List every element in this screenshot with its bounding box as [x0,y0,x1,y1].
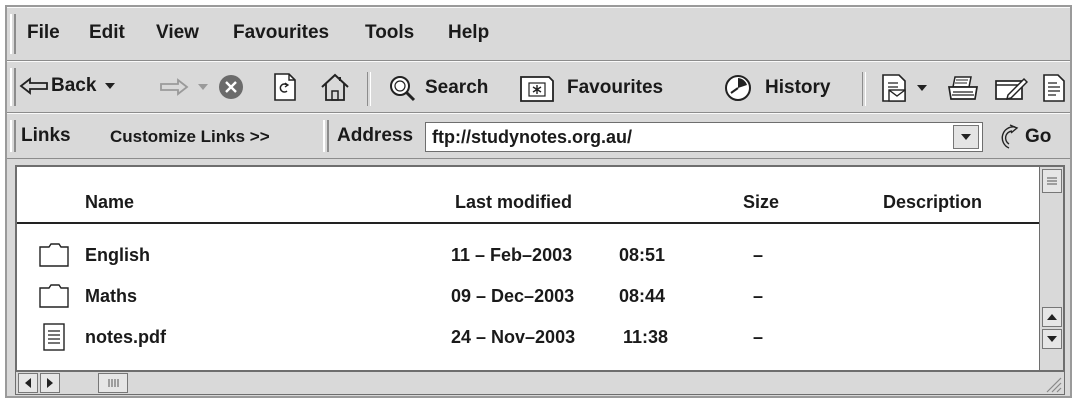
history-label: History [765,77,831,98]
document-icon [43,323,65,351]
go-button[interactable]: Go [995,123,1051,151]
list-item[interactable]: English 11 – Feb–2003 08:51 – [17,237,1041,273]
file-date: 11 – Feb–2003 [451,245,573,265]
menu-help[interactable]: Help [448,22,489,44]
forward-button[interactable] [159,77,209,97]
grip-icon [1047,177,1057,185]
menu-bar-grip[interactable] [10,14,16,54]
file-time: 08:51 [619,245,666,265]
scroll-left-button[interactable] [18,373,38,393]
file-time: 11:38 [623,327,669,347]
file-date: 24 – Nov–2003 [451,327,576,347]
menu-bar: File Edit View Favourites Tools Help [7,7,1070,61]
column-header-description[interactable]: Description [883,192,982,213]
forward-dropdown-icon[interactable] [197,82,209,92]
back-button[interactable]: Back [19,75,116,97]
discuss-icon[interactable] [1041,73,1067,103]
list-item[interactable]: Maths 09 – Dec–2003 08:44 – [17,278,1041,314]
file-name[interactable]: notes.pdf [85,327,166,348]
scroll-up-button[interactable] [1042,307,1062,327]
file-date: 09 – Dec–2003 [451,286,575,306]
list-item[interactable]: notes.pdf 24 – Nov–2003 11:38 – [17,319,1041,355]
refresh-icon[interactable] [272,72,298,102]
links-label[interactable]: Links [21,125,71,147]
folder-icon [39,243,69,267]
scroll-thumb[interactable] [1042,169,1062,193]
file-size: – [753,286,764,306]
menu-view[interactable]: View [156,22,199,44]
search-button[interactable]: Search [387,73,488,103]
address-value: ftp://studynotes.org.au/ [432,127,632,147]
toolbar-separator [367,72,371,106]
header-divider [17,222,1041,224]
scroll-down-button[interactable] [1042,329,1062,349]
browser-window: File Edit View Favourites Tools Help Bac… [5,5,1072,398]
forward-arrow-icon [159,77,189,97]
print-icon[interactable] [947,75,979,101]
favourites-button[interactable]: Favourites [519,73,663,103]
menu-favourites[interactable]: Favourites [233,22,329,44]
file-size: – [753,245,764,265]
menu-edit[interactable]: Edit [89,22,125,44]
back-label: Back [51,75,97,96]
arrow-down-icon [1047,336,1057,342]
file-time: 08:44 [619,286,666,306]
menu-file[interactable]: File [27,22,60,44]
chevron-down-icon [961,134,971,140]
go-arrow-icon [995,123,1021,151]
file-name[interactable]: Maths [85,286,137,307]
back-dropdown-icon[interactable] [104,81,116,91]
column-header-last-modified[interactable]: Last modified [455,192,572,213]
home-icon[interactable] [319,72,351,102]
favourites-icon [519,73,555,103]
grip-icon [108,379,119,387]
scroll-right-button[interactable] [40,373,60,393]
arrow-right-icon [47,378,53,388]
mail-icon [880,73,910,103]
stop-icon[interactable] [217,73,245,101]
mail-button[interactable] [880,73,928,103]
history-icon [723,73,753,103]
back-arrow-icon [19,76,49,96]
ftp-listing-panel: Name Last modified Size Description Engl… [15,165,1065,372]
edit-icon[interactable] [994,75,1028,101]
address-dropdown-button[interactable] [953,125,979,149]
history-button[interactable]: History [723,73,830,103]
toolbar-separator [862,72,866,106]
address-input[interactable]: ftp://studynotes.org.au/ [425,122,983,152]
file-name[interactable]: English [85,245,150,266]
links-grip[interactable] [10,120,16,152]
standard-toolbar: Back Search Favourites History [7,61,1070,113]
menu-tools[interactable]: Tools [365,22,414,44]
arrow-up-icon [1047,314,1057,320]
column-header-name[interactable]: Name [85,192,134,213]
address-bar: Links Customize Links >> Address ftp://s… [7,113,1070,159]
toolbar-grip[interactable] [10,68,16,106]
folder-icon [39,284,69,308]
file-size: – [753,327,764,347]
vertical-scrollbar[interactable] [1039,167,1063,370]
arrow-left-icon [25,378,31,388]
search-label: Search [425,77,489,98]
scroll-thumb[interactable] [98,373,128,393]
mail-dropdown-icon[interactable] [916,83,928,93]
search-icon [387,73,417,103]
address-label: Address [337,125,414,146]
customize-links-link[interactable]: Customize Links >> [110,127,270,147]
favourites-label: Favourites [567,77,664,98]
resize-grip-icon[interactable] [1042,373,1062,396]
horizontal-scrollbar[interactable] [15,371,1065,395]
go-label: Go [1025,126,1052,147]
column-header-size[interactable]: Size [743,192,779,213]
address-grip[interactable] [323,120,329,152]
